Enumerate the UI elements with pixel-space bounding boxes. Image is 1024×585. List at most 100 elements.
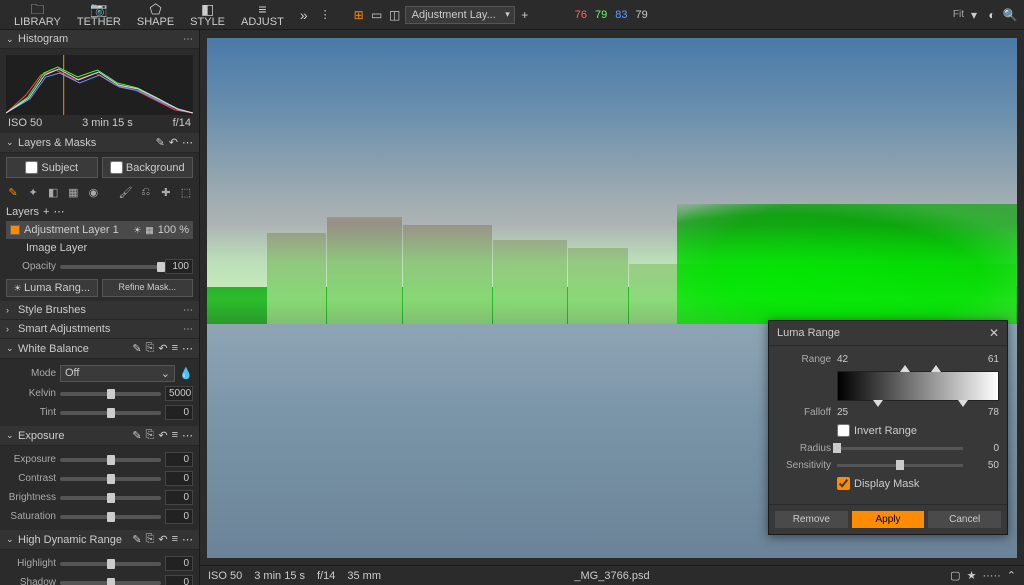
- highlight-slider[interactable]: [60, 562, 161, 566]
- before-after-icon[interactable]: ◐: [984, 7, 1000, 23]
- tab-library[interactable]: 🗀LIBRARY: [6, 0, 69, 30]
- range-low-value[interactable]: 42: [837, 354, 867, 365]
- radius-value[interactable]: 0: [969, 443, 999, 454]
- tab-tether[interactable]: 📷TETHER: [69, 0, 129, 30]
- exposure-header[interactable]: ⌄ Exposure ✎ ⎘ ↶ ≡ ⋯: [0, 426, 199, 446]
- background-mask-button[interactable]: Background: [102, 157, 194, 178]
- paint-icon[interactable]: 🖌: [119, 185, 133, 199]
- display-mask-checkbox[interactable]: Display Mask: [837, 477, 999, 490]
- wb-mode-dropdown[interactable]: Off⌄: [60, 365, 175, 382]
- edit-icon[interactable]: ✎: [132, 342, 141, 355]
- histogram-header[interactable]: ⌄ Histogram ⋯: [0, 30, 199, 49]
- panel-menu-icon[interactable]: ⋯: [182, 429, 193, 442]
- panel-menu-icon[interactable]: ⋯: [183, 34, 193, 45]
- layers-masks-header[interactable]: ⌄ Layers & Masks ✎ ↶ ⋯: [0, 133, 199, 153]
- kelvin-slider[interactable]: [60, 392, 161, 396]
- preset-icon[interactable]: ≡: [172, 429, 178, 442]
- invert-range-checkbox[interactable]: Invert Range: [837, 424, 999, 437]
- tint-value[interactable]: 0: [165, 405, 193, 420]
- panel-menu-icon[interactable]: ⋯: [182, 533, 193, 546]
- preset-icon[interactable]: ≡: [172, 342, 178, 355]
- edit-icon[interactable]: ✎: [156, 136, 165, 149]
- zoom-fit-label[interactable]: Fit: [953, 9, 964, 20]
- grid-view-icon[interactable]: ⊞: [351, 7, 367, 23]
- zoom-dropdown-icon[interactable]: ▾: [966, 7, 982, 23]
- panel-menu-icon[interactable]: ⋯: [182, 136, 193, 149]
- cursor-tool-dropdown[interactable]: Adjustment Lay...: [405, 6, 515, 24]
- saturation-slider[interactable]: [60, 515, 161, 519]
- tint-slider[interactable]: [60, 411, 161, 415]
- close-icon[interactable]: ✕: [989, 326, 999, 340]
- rating-star-icon[interactable]: ★: [967, 569, 977, 582]
- brush-icon[interactable]: ✎: [6, 185, 20, 199]
- tab-adjust[interactable]: ≡ADJUST: [233, 0, 292, 30]
- search-icon[interactable]: 🔍: [1002, 7, 1018, 23]
- heal-icon[interactable]: ✚: [159, 185, 173, 199]
- opacity-value[interactable]: 100: [165, 259, 193, 274]
- exposure-slider[interactable]: [60, 458, 161, 462]
- luma-gradient-selector[interactable]: [837, 371, 999, 401]
- sensitivity-value[interactable]: 50: [969, 460, 999, 471]
- reset-icon[interactable]: ↶: [158, 342, 167, 355]
- linear-gradient-icon[interactable]: ▦: [66, 185, 80, 199]
- single-view-icon[interactable]: ▭: [369, 7, 385, 23]
- copy-icon[interactable]: ⎘: [146, 429, 155, 442]
- panel-menu-icon[interactable]: ⋯: [183, 324, 193, 335]
- subject-mask-button[interactable]: Subject: [6, 157, 98, 178]
- sensitivity-slider[interactable]: [837, 464, 963, 467]
- smart-adjustments-header[interactable]: › Smart Adjustments ⋯: [0, 320, 199, 339]
- layers-menu-icon[interactable]: ⋯: [53, 205, 64, 218]
- falloff-low-value[interactable]: 25: [837, 407, 867, 418]
- shadow-slider[interactable]: [60, 581, 161, 585]
- refine-mask-button[interactable]: Refine Mask...: [102, 279, 194, 297]
- layer-adjustment-1[interactable]: Adjustment Layer 1 ☀ ▦ 100 %: [6, 221, 193, 239]
- reset-icon[interactable]: ↶: [158, 533, 167, 546]
- reset-icon[interactable]: ↶: [158, 429, 167, 442]
- undo-icon[interactable]: ↶: [169, 136, 178, 149]
- crop-icon[interactable]: ▢: [950, 569, 960, 582]
- contrast-slider[interactable]: [60, 477, 161, 481]
- radius-slider[interactable]: [837, 447, 963, 450]
- caret-down-icon: ⌄: [6, 534, 14, 545]
- layer-image[interactable]: Image Layer: [6, 239, 193, 257]
- add-layer-icon[interactable]: +: [43, 206, 49, 218]
- hdr-header[interactable]: ⌄ High Dynamic Range ✎ ⎘ ↶ ≡ ⋯: [0, 530, 199, 550]
- caret-right-icon: ›: [6, 305, 14, 315]
- eraser-icon[interactable]: ◧: [46, 185, 60, 199]
- clone-icon[interactable]: ⎌: [139, 185, 153, 199]
- brightness-slider[interactable]: [60, 496, 161, 500]
- mask-tool-icon[interactable]: ⬚: [179, 185, 193, 199]
- wb-picker-icon[interactable]: 💧: [179, 367, 193, 380]
- luma-range-button[interactable]: ☀ Luma Rang...: [6, 279, 98, 297]
- style-brushes-header[interactable]: › Style Brushes ⋯: [0, 301, 199, 320]
- white-balance-header[interactable]: ⌄ White Balance ✎ ⎘ ↶ ≡ ⋯: [0, 339, 199, 359]
- copy-icon[interactable]: ⎘: [146, 533, 155, 546]
- more-tabs-chevron[interactable]: »: [294, 7, 314, 23]
- tab-style[interactable]: ◧STYLE: [182, 0, 233, 30]
- preset-icon[interactable]: ≡: [172, 533, 178, 546]
- add-tool-icon[interactable]: +: [517, 7, 533, 23]
- edit-icon[interactable]: ✎: [132, 533, 141, 546]
- copy-icon[interactable]: ⎘: [146, 342, 155, 355]
- edit-icon[interactable]: ✎: [132, 429, 141, 442]
- remove-button[interactable]: Remove: [775, 511, 848, 528]
- panel-menu-icon[interactable]: ⋯: [183, 305, 193, 316]
- layer-visible-checkbox[interactable]: [10, 225, 20, 235]
- magic-brush-icon[interactable]: ✦: [26, 185, 40, 199]
- image-canvas[interactable]: Luma Range ✕ Range 42 61: [200, 30, 1024, 565]
- panel-menu-icon[interactable]: ⋯: [182, 342, 193, 355]
- sun-icon[interactable]: ☀: [133, 225, 141, 236]
- topbar-menu-icon[interactable]: ⋮: [316, 8, 335, 21]
- falloff-high-value[interactable]: 78: [969, 407, 999, 418]
- range-high-value[interactable]: 61: [969, 354, 999, 365]
- chevron-up-icon[interactable]: ⌃: [1007, 569, 1016, 582]
- kelvin-value[interactable]: 5000: [165, 386, 193, 401]
- mask-icon[interactable]: ▦: [145, 225, 154, 236]
- apply-button[interactable]: Apply: [852, 511, 925, 528]
- tab-shape[interactable]: ⬠SHAPE: [129, 0, 182, 30]
- compare-view-icon[interactable]: ◫: [387, 7, 403, 23]
- opacity-slider[interactable]: [60, 265, 161, 269]
- color-tag-icon[interactable]: ·····: [982, 570, 1000, 582]
- radial-gradient-icon[interactable]: ◉: [86, 185, 100, 199]
- cancel-button[interactable]: Cancel: [928, 511, 1001, 528]
